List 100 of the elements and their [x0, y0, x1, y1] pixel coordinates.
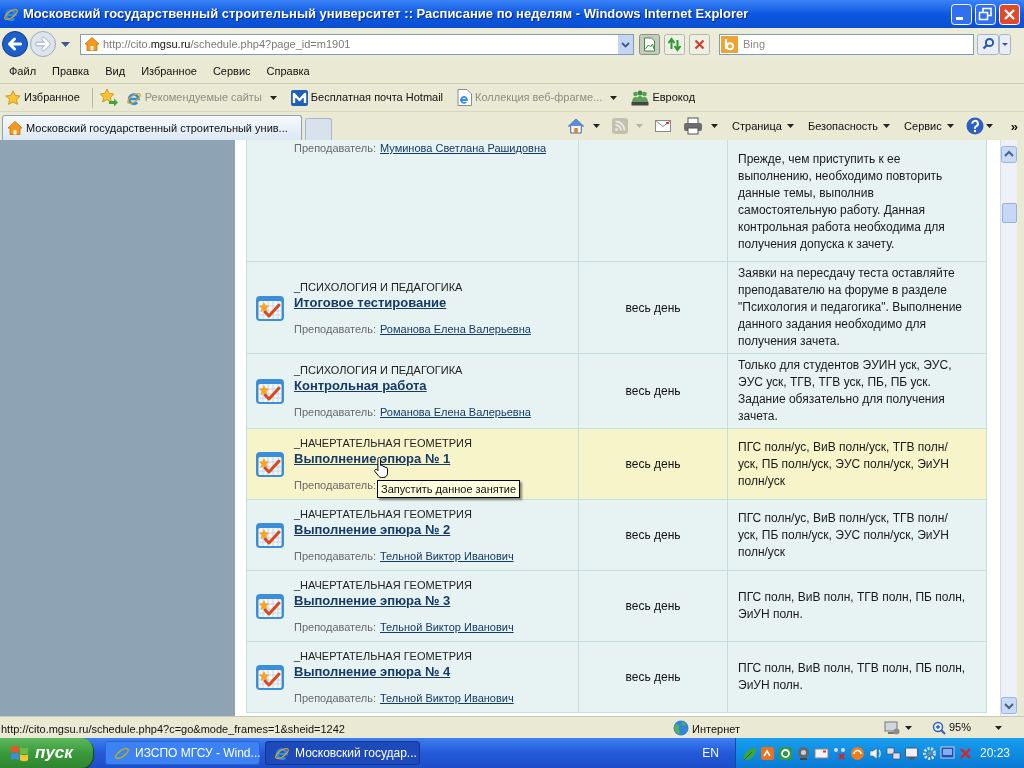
caret-icon[interactable] — [995, 725, 1003, 730]
favorites-link[interactable]: Еврокод — [652, 89, 696, 106]
caret-icon[interactable] — [946, 124, 954, 128]
lesson-link[interactable]: Контрольная работа — [294, 377, 427, 395]
home-icon[interactable] — [567, 117, 586, 135]
card-icon[interactable] — [814, 745, 829, 761]
zoom-level[interactable]: 95% — [949, 719, 972, 736]
menu-item[interactable]: Избранное — [133, 61, 205, 82]
teacher-label: Преподаватель: — [294, 549, 376, 563]
search-field[interactable]: Bing — [719, 33, 974, 55]
teacher-label: Преподаватель: — [294, 141, 376, 155]
dotted-ring-icon[interactable] — [922, 745, 937, 761]
scroll-up-icon[interactable] — [1001, 146, 1017, 163]
teacher-link[interactable]: Тельной Виктор Иванович — [380, 549, 514, 563]
address-text: http://cito.mgsu.ru/schedule.php4?page_id=m1901 — [103, 36, 352, 52]
printer-icon[interactable] — [683, 117, 704, 135]
star-icon[interactable] — [5, 89, 21, 106]
restore-icon[interactable] — [975, 3, 996, 25]
caret-icon[interactable] — [786, 124, 794, 128]
stop-icon[interactable] — [689, 33, 710, 55]
lesson-link[interactable]: Итоговое тестирование — [294, 293, 447, 312]
lesson-link[interactable]: Выполнение эпюра № 1 — [294, 450, 451, 468]
caret-icon[interactable] — [883, 124, 891, 128]
lesson-link[interactable]: Выполнение эпюра № 4 — [294, 663, 451, 681]
envelope-icon[interactable] — [655, 120, 672, 132]
caret-icon[interactable] — [61, 41, 70, 47]
taskbar-button[interactable]: ИЗСПО МГСУ - Wind... — [105, 741, 260, 765]
ring-icon[interactable] — [778, 745, 793, 761]
status-url: http://cito.mgsu.ru/schedule.php4?c=go&mode_frames=1&sheid=1242 — [1, 722, 345, 735]
menu-item[interactable]: Справка — [258, 61, 318, 82]
menu-item[interactable]: Правка — [44, 61, 98, 82]
close-icon[interactable] — [999, 3, 1020, 25]
overflow-chevron[interactable]: » — [1010, 119, 1018, 133]
category-label: _ПСИХОЛОГИЯ И ПЕДАГОГИКА — [294, 279, 463, 294]
menu-item[interactable]: Сервис — [204, 61, 259, 82]
screen-icon[interactable] — [940, 745, 955, 761]
menu-item[interactable]: Файл — [1, 61, 45, 82]
favorites-link[interactable]: Бесплатная почта Hotmail — [310, 89, 444, 106]
menu-item[interactable]: Вид — [97, 61, 134, 82]
monitor-icon[interactable] — [904, 745, 919, 761]
caret-icon[interactable] — [269, 95, 277, 100]
time-text: весь день — [625, 456, 681, 473]
dropdown-icon[interactable] — [618, 34, 633, 54]
minimize-icon[interactable] — [951, 3, 972, 25]
camera-icon[interactable] — [796, 745, 811, 761]
caret-icon[interactable] — [905, 725, 912, 730]
note-text: Прежде, чем приступить к ее выполнению, необходимо повторить данные темы, выполнив самостоятельную работу. Данная контрольная работа необходима для получения допуска к зачету. — [738, 151, 946, 253]
calendar-check-icon — [255, 449, 285, 479]
caret-icon[interactable] — [610, 95, 618, 100]
favorites-button[interactable]: Избранное — [24, 89, 80, 106]
category-label: _НАЧЕРТАТЕЛЬНАЯ ГЕОМЕТРИЯ — [294, 649, 472, 663]
cross-icon[interactable] — [832, 745, 847, 761]
command-menu[interactable]: Страница — [732, 117, 782, 135]
teacher-label: Преподаватель: — [294, 691, 376, 705]
tab[interactable]: Московский государственный строительный унив... — [2, 115, 302, 140]
time-text: весь день — [625, 299, 681, 317]
computer-icon[interactable] — [884, 719, 900, 736]
task-label: Московский государ... — [295, 745, 417, 762]
taskbar-button[interactable]: Московский государ... — [265, 741, 420, 765]
teacher-link[interactable]: Тельной Виктор Иванович — [380, 691, 514, 705]
back-icon[interactable] — [2, 31, 28, 57]
browser-logo-icon — [114, 745, 130, 761]
lesson-link[interactable]: Выполнение эпюра № 3 — [294, 592, 451, 610]
teacher-link[interactable]: Тельной Виктор Иванович — [380, 620, 514, 634]
command-menu[interactable]: Безопасность — [807, 117, 879, 135]
tile-icon[interactable] — [760, 745, 775, 761]
scroll-down-icon[interactable] — [1001, 697, 1017, 714]
page-icon[interactable] — [639, 33, 660, 55]
dropdown-icon[interactable] — [999, 33, 1011, 55]
people-icon[interactable] — [631, 89, 650, 106]
flag-icon — [10, 744, 29, 762]
search-placeholder: Bing — [743, 36, 766, 52]
page-icon[interactable] — [457, 89, 473, 106]
address-field[interactable]: http://cito.mgsu.ru/schedule.php4?page_id=m1901 — [80, 33, 634, 55]
teacher-link[interactable]: Романова Елена Валерьевна — [380, 321, 531, 336]
browser-logo-icon — [3, 6, 19, 22]
caret-icon[interactable] — [711, 124, 719, 128]
star-arrow-icon[interactable] — [98, 88, 119, 107]
category-label: _НАЧЕРТАТЕЛЬНАЯ ГЕОМЕТРИЯ — [294, 507, 472, 521]
arc-icon[interactable] — [850, 745, 865, 761]
start-button[interactable]: пуск — [0, 738, 93, 768]
time-text: весь день — [625, 669, 681, 686]
teacher-link[interactable]: Романова Елена Валерьевна — [380, 405, 531, 419]
command-menu[interactable]: Сервис — [904, 117, 942, 135]
search-icon[interactable] — [977, 33, 999, 55]
caret-icon[interactable] — [593, 124, 601, 128]
teacher-link[interactable]: Муминова Светлана Рашидовна — [380, 141, 547, 155]
caret-icon[interactable] — [985, 124, 993, 128]
note-text: Заявки на пересдачу теста оставляйте преподавателю на форуме в разделе "Психология и педагогика". Выполнение данного задания необходимо для получения зачета. — [738, 265, 964, 350]
lesson-link[interactable]: Выполнение эпюра № 2 — [294, 521, 451, 539]
refresh-icon[interactable] — [664, 33, 685, 55]
tile-icon[interactable] — [290, 89, 308, 106]
speaker-icon[interactable] — [868, 745, 883, 761]
security-zone: Интернет — [692, 722, 740, 735]
scrollbar-thumb[interactable] — [1001, 203, 1017, 223]
language-indicator[interactable]: EN — [702, 744, 719, 762]
globe-icon — [673, 719, 689, 736]
zoom-icon[interactable] — [932, 720, 946, 735]
help-icon[interactable] — [965, 117, 984, 135]
network-icon[interactable] — [886, 745, 901, 761]
